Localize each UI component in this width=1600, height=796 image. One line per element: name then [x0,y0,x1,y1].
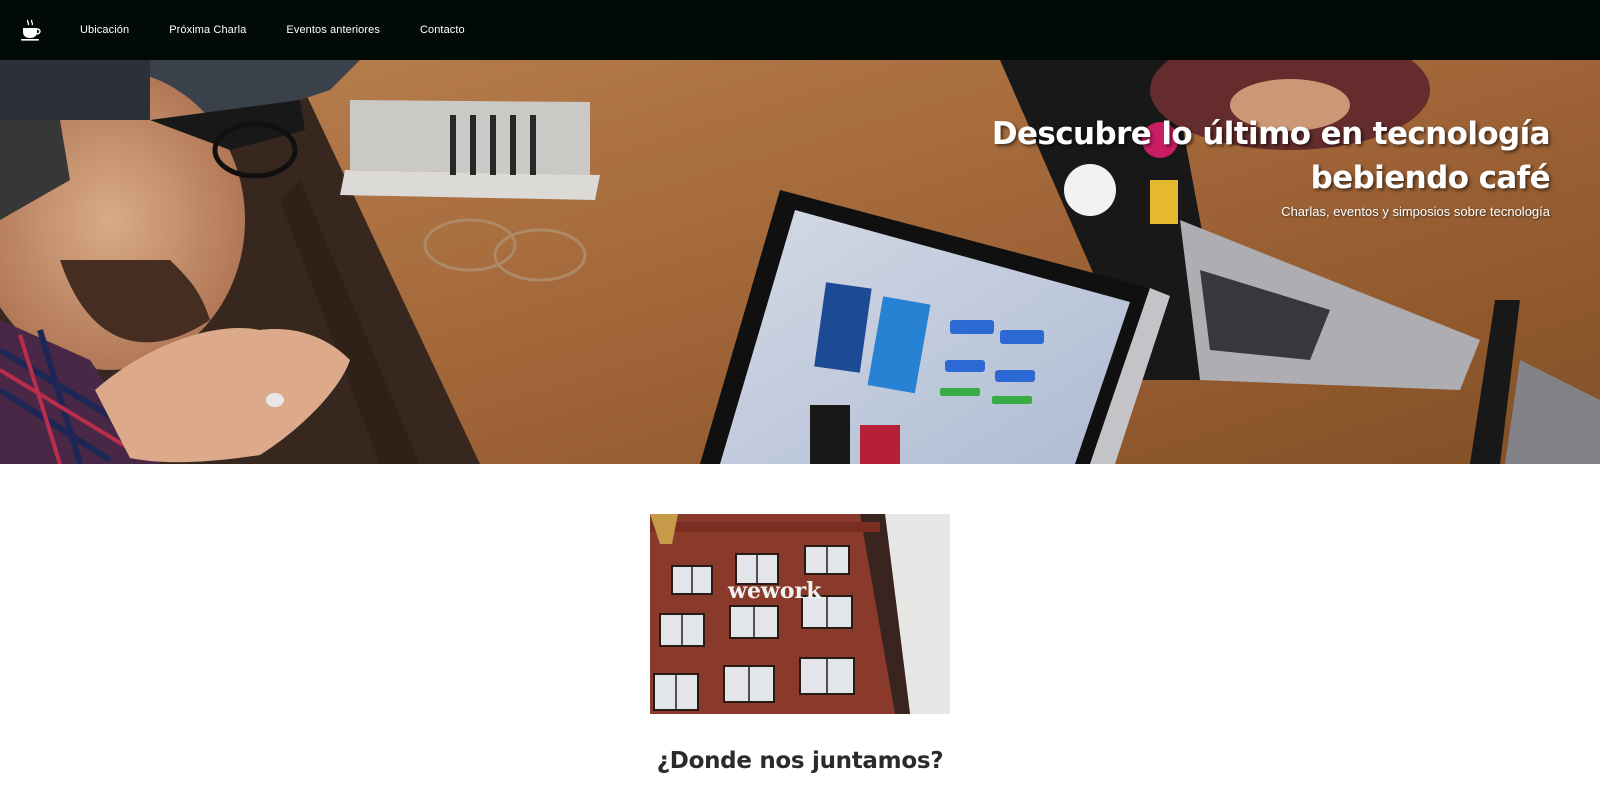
hero-banner: Descubre lo último en tecnología bebiend… [0,60,1600,464]
hero-title: Descubre lo último en tecnología bebiend… [991,112,1551,200]
location-photo: wework [650,514,950,714]
wework-sign: wework [727,578,822,604]
hero-subtitle: Charlas, eventos y simposios sobre tecno… [1281,204,1550,219]
hero-title-line2: bebiendo café [1310,160,1551,196]
hero-text: Descubre lo último en tecnología bebiend… [991,112,1551,219]
location-heading: ¿Donde nos juntamos? [656,748,944,774]
hero-title-line1: Descubre lo último en tecnología [991,116,1551,152]
nav-link-ubicacion[interactable]: Ubicación [80,24,129,36]
navbar: Ubicación Próxima Charla Eventos anterio… [0,0,1600,60]
nav-link-proxima-charla[interactable]: Próxima Charla [169,24,246,36]
nav-link-eventos-anteriores[interactable]: Eventos anteriores [286,24,380,36]
main-nav: Ubicación Próxima Charla Eventos anterio… [80,0,505,60]
coffee-cup-icon[interactable] [19,18,43,42]
nav-link-contacto[interactable]: Contacto [420,24,465,36]
